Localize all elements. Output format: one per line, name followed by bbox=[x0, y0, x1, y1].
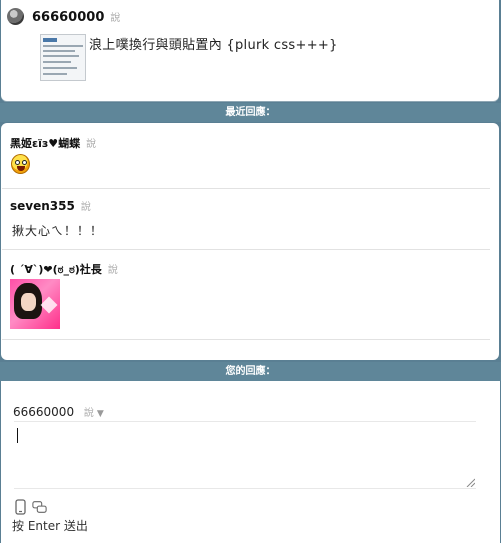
response-author-name[interactable]: 黑姬εïз♥蝴蝶 bbox=[10, 137, 80, 150]
plurk-thumbnail[interactable] bbox=[40, 34, 86, 81]
plurk-says-label: 說 bbox=[110, 13, 121, 24]
recent-responses-header: 最近回應： bbox=[0, 103, 501, 122]
reply-qualifier-label[interactable]: 說 bbox=[84, 408, 94, 419]
divider bbox=[2, 188, 490, 189]
response-says-label: 說 bbox=[107, 265, 118, 276]
plurk-card: 66660000 說 浪上噗換行與頭貼置內 {plurk css+++} bbox=[1, 0, 499, 101]
plurk-owner[interactable]: 66660000 說 bbox=[32, 9, 120, 25]
response-author[interactable]: seven355 說 bbox=[10, 198, 91, 213]
response-author-name[interactable]: ( ˊ∀ˋ)❤(ಠ_ಠ)社長 bbox=[10, 263, 102, 276]
divider bbox=[2, 249, 490, 250]
input-mode-icons bbox=[13, 499, 47, 515]
reply-panel: 66660000 說 ▼ 按 Enter 送出 bbox=[1, 381, 500, 543]
plurk-owner-name[interactable]: 66660000 bbox=[32, 10, 104, 25]
chat-bubbles-icon[interactable] bbox=[32, 499, 47, 515]
divider bbox=[2, 339, 490, 340]
responses-list: 黑姬εïз♥蝴蝶說 seven355 說 揪大心ㄟ！！！ ( ˊ∀ˋ)❤(ಠ_ಠ)… bbox=[1, 123, 499, 360]
reply-textarea[interactable] bbox=[14, 421, 476, 489]
resize-grip-icon[interactable] bbox=[465, 477, 475, 487]
phone-icon[interactable] bbox=[13, 499, 28, 515]
response-says-label: 說 bbox=[80, 202, 91, 213]
enter-to-send-hint: 按 Enter 送出 bbox=[12, 519, 88, 533]
response-author[interactable]: 黑姬εïз♥蝴蝶說 bbox=[10, 135, 96, 151]
plurk-content: 浪上噗換行與頭貼置內 {plurk css+++} bbox=[89, 38, 338, 53]
response-author[interactable]: ( ˊ∀ˋ)❤(ಠ_ಠ)社長說 bbox=[10, 261, 118, 277]
text-cursor bbox=[17, 428, 18, 443]
reply-user-name: 66660000 bbox=[13, 405, 75, 419]
triangle-down-icon[interactable]: ▼ bbox=[97, 409, 104, 419]
response-text: 揪大心ㄟ！！！ bbox=[12, 224, 104, 238]
response-says-label: 說 bbox=[86, 139, 97, 150]
anime-girl-photo[interactable] bbox=[10, 279, 60, 329]
owner-avatar[interactable] bbox=[7, 8, 24, 25]
laughing-emoticon bbox=[11, 154, 30, 174]
response-author-name[interactable]: seven355 bbox=[10, 199, 75, 213]
your-response-header: 您的回應： bbox=[0, 362, 501, 381]
reply-identity[interactable]: 66660000 說 ▼ bbox=[13, 404, 104, 419]
